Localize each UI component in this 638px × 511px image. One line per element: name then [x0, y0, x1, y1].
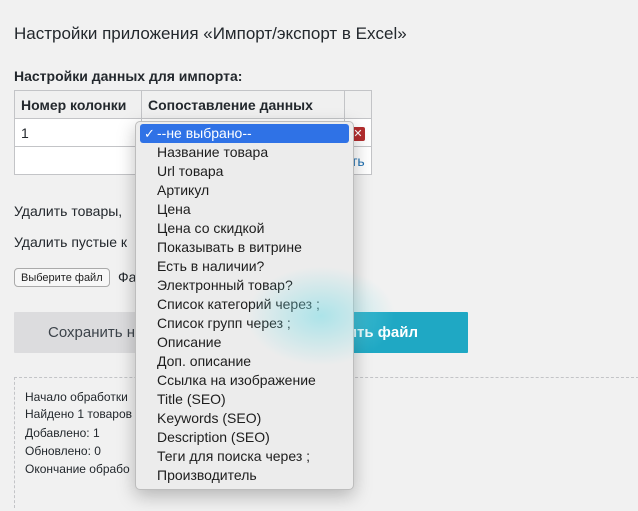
- dropdown-option-selected[interactable]: ✓ --не выбрано--: [140, 124, 349, 143]
- column-header-mapping: Сопоставление данных: [141, 90, 345, 119]
- dropdown-option[interactable]: Название товара: [140, 143, 349, 162]
- mapping-dropdown-list[interactable]: ✓ --не выбрано-- Название товара Url тов…: [135, 121, 354, 490]
- section-title: Настройки данных для импорта:: [14, 68, 243, 84]
- dropdown-option[interactable]: Цена со скидкой: [140, 219, 349, 238]
- log-line: Начало обработки: [25, 390, 128, 404]
- dropdown-option[interactable]: Url товара: [140, 162, 349, 181]
- dropdown-option[interactable]: Keywords (SEO): [140, 409, 349, 428]
- upload-button-label: ить файл: [347, 324, 418, 341]
- page-title: Настройки приложения «Импорт/экспорт в E…: [14, 24, 407, 43]
- column-number-cell: 1: [14, 118, 142, 147]
- delete-products-option[interactable]: Удалить товары,: [14, 203, 122, 219]
- save-button-label: Сохранить н: [48, 324, 135, 341]
- choose-file-button[interactable]: Выберите файл: [14, 268, 110, 287]
- log-line: Добавлено: 1: [25, 426, 100, 440]
- dropdown-option[interactable]: Description (SEO): [140, 428, 349, 447]
- column-header-number: Номер колонки: [14, 90, 142, 119]
- file-status-text: Фа: [118, 269, 137, 285]
- column-header-actions: [344, 90, 372, 119]
- check-icon: ✓: [144, 126, 155, 141]
- dropdown-option[interactable]: Список групп через ;: [140, 314, 349, 333]
- dropdown-option[interactable]: Теги для поиска через ;: [140, 447, 349, 466]
- log-line: Окончание обрабо: [25, 462, 130, 476]
- table-header-row: Номер колонки Сопоставление данных: [14, 90, 372, 119]
- log-line: Обновлено: 0: [25, 444, 101, 458]
- dropdown-option[interactable]: Title (SEO): [140, 390, 349, 409]
- dropdown-option[interactable]: Артикул: [140, 181, 349, 200]
- log-line: Найдено 1 товаров: [25, 407, 133, 421]
- dropdown-option[interactable]: Доп. описание: [140, 352, 349, 371]
- dropdown-option[interactable]: Производитель: [140, 466, 349, 485]
- dropdown-option[interactable]: Есть в наличии?: [140, 257, 349, 276]
- dropdown-option[interactable]: Электронный товар?: [140, 276, 349, 295]
- dropdown-option[interactable]: Показывать в витрине: [140, 238, 349, 257]
- dropdown-option[interactable]: Список категорий через ;: [140, 295, 349, 314]
- dropdown-option[interactable]: Описание: [140, 333, 349, 352]
- delete-empty-option[interactable]: Удалить пустые к: [14, 234, 127, 250]
- dropdown-option[interactable]: Цена: [140, 200, 349, 219]
- dropdown-option[interactable]: Ссылка на изображение: [140, 371, 349, 390]
